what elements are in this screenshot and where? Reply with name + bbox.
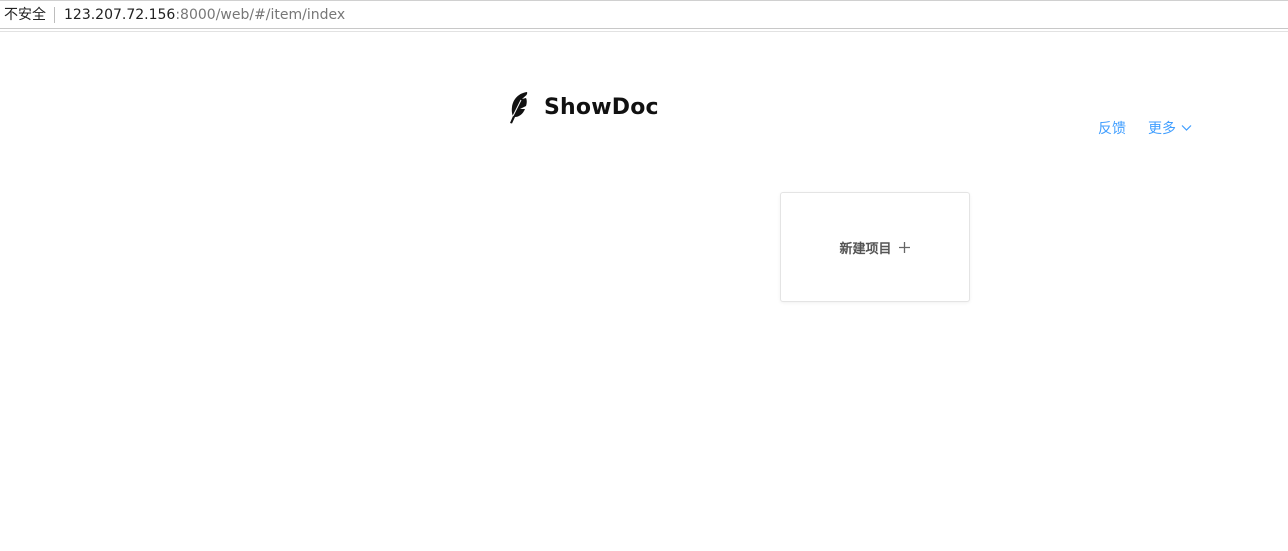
- plus-icon: [898, 241, 910, 253]
- address-bar[interactable]: 不安全 123.207.72.156:8000/web/#/item/index: [0, 0, 1288, 29]
- more-dropdown[interactable]: 更多: [1148, 118, 1192, 138]
- chevron-down-icon: [1181, 125, 1192, 131]
- new-project-label: 新建项目: [839, 241, 892, 257]
- logo-text: ShowDoc: [544, 94, 659, 120]
- url-host: 123.207.72.156: [64, 6, 176, 23]
- feedback-link[interactable]: 反馈: [1098, 118, 1126, 138]
- security-label[interactable]: 不安全: [0, 6, 55, 23]
- divider: [0, 31, 1288, 34]
- top-nav: 反馈 更多: [1098, 118, 1192, 138]
- url-path: :8000/web/#/item/index: [175, 6, 346, 23]
- more-label: 更多: [1148, 121, 1176, 137]
- url-field[interactable]: 123.207.72.156:8000/web/#/item/index: [55, 7, 345, 23]
- feather-icon: [510, 92, 528, 124]
- new-project-button[interactable]: 新建项目: [780, 192, 970, 302]
- logo[interactable]: ShowDoc: [506, 90, 659, 124]
